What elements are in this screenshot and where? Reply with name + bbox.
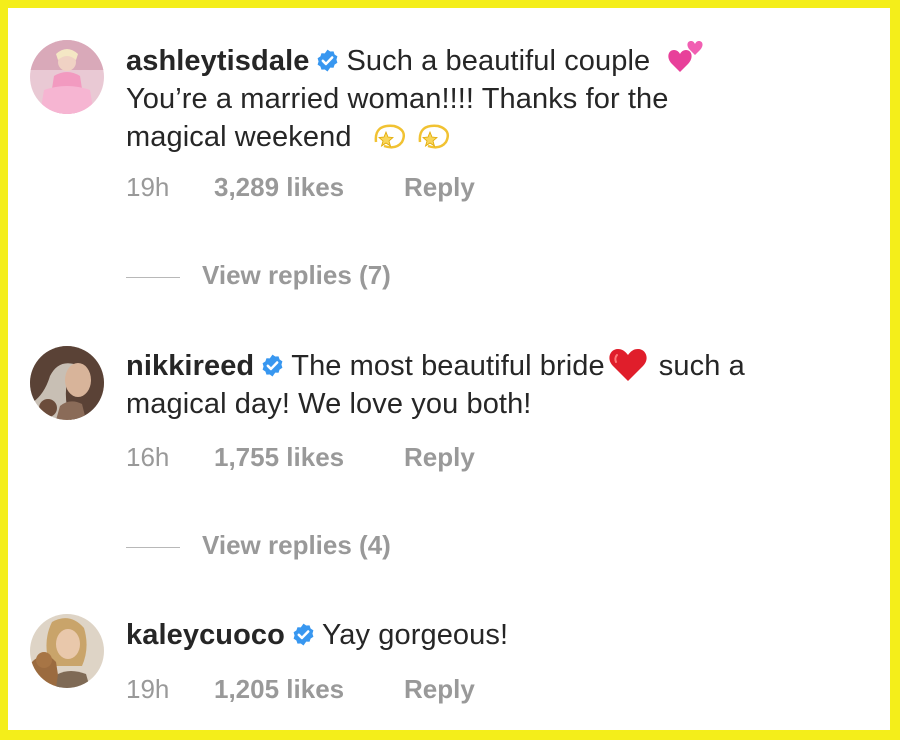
likes-count[interactable]: 1,205 likes xyxy=(214,674,404,705)
comment-text: magical day! We love you both! xyxy=(126,388,532,420)
two-hearts-emoji xyxy=(668,41,703,72)
comments-panel: ashleytisdale Such a beautiful couple You… xyxy=(8,8,890,730)
view-replies-label: View replies (7) xyxy=(202,260,391,290)
avatar[interactable] xyxy=(30,614,104,688)
username[interactable]: ashleytisdale xyxy=(126,45,309,77)
avatar[interactable] xyxy=(30,40,104,114)
view-replies-button[interactable]: View replies (4) xyxy=(126,530,391,561)
comment-meta: 19h 3,289 likes Reply xyxy=(126,172,475,203)
dizzy-star-emoji xyxy=(418,124,449,149)
comment-text: magical weekend xyxy=(126,121,352,153)
reply-button[interactable]: Reply xyxy=(404,442,475,473)
view-replies-label: View replies (4) xyxy=(202,530,391,560)
comment-text: The most beautiful bride xyxy=(291,350,605,382)
timestamp: 16h xyxy=(126,442,170,472)
comment-meta: 16h 1,755 likes Reply xyxy=(126,442,475,473)
timestamp: 19h xyxy=(126,674,170,704)
red-heart-emoji xyxy=(609,349,647,381)
verified-badge-icon xyxy=(293,623,314,646)
view-replies-button[interactable]: View replies (7) xyxy=(126,260,391,291)
comment-meta: 19h 1,205 likes Reply xyxy=(126,674,475,705)
divider xyxy=(126,276,180,278)
username[interactable]: nikkireed xyxy=(126,350,254,382)
avatar[interactable] xyxy=(30,346,104,420)
comment-text: Such a beautiful couple xyxy=(346,45,651,77)
reply-button[interactable]: Reply xyxy=(404,674,475,705)
divider xyxy=(126,546,180,548)
comment-text: such a xyxy=(658,350,745,382)
verified-badge-icon xyxy=(262,354,283,377)
likes-count[interactable]: 3,289 likes xyxy=(214,172,404,203)
comment-text: You’re a married woman!!!! Thanks for th… xyxy=(126,83,669,115)
likes-count[interactable]: 1,755 likes xyxy=(214,442,404,473)
dizzy-star-emoji xyxy=(374,124,405,149)
reply-button[interactable]: Reply xyxy=(404,172,475,203)
verified-badge-icon xyxy=(318,49,338,72)
comment-text: Yay gorgeous! xyxy=(321,619,509,651)
timestamp: 19h xyxy=(126,172,170,202)
username[interactable]: kaleycuoco xyxy=(126,619,285,651)
